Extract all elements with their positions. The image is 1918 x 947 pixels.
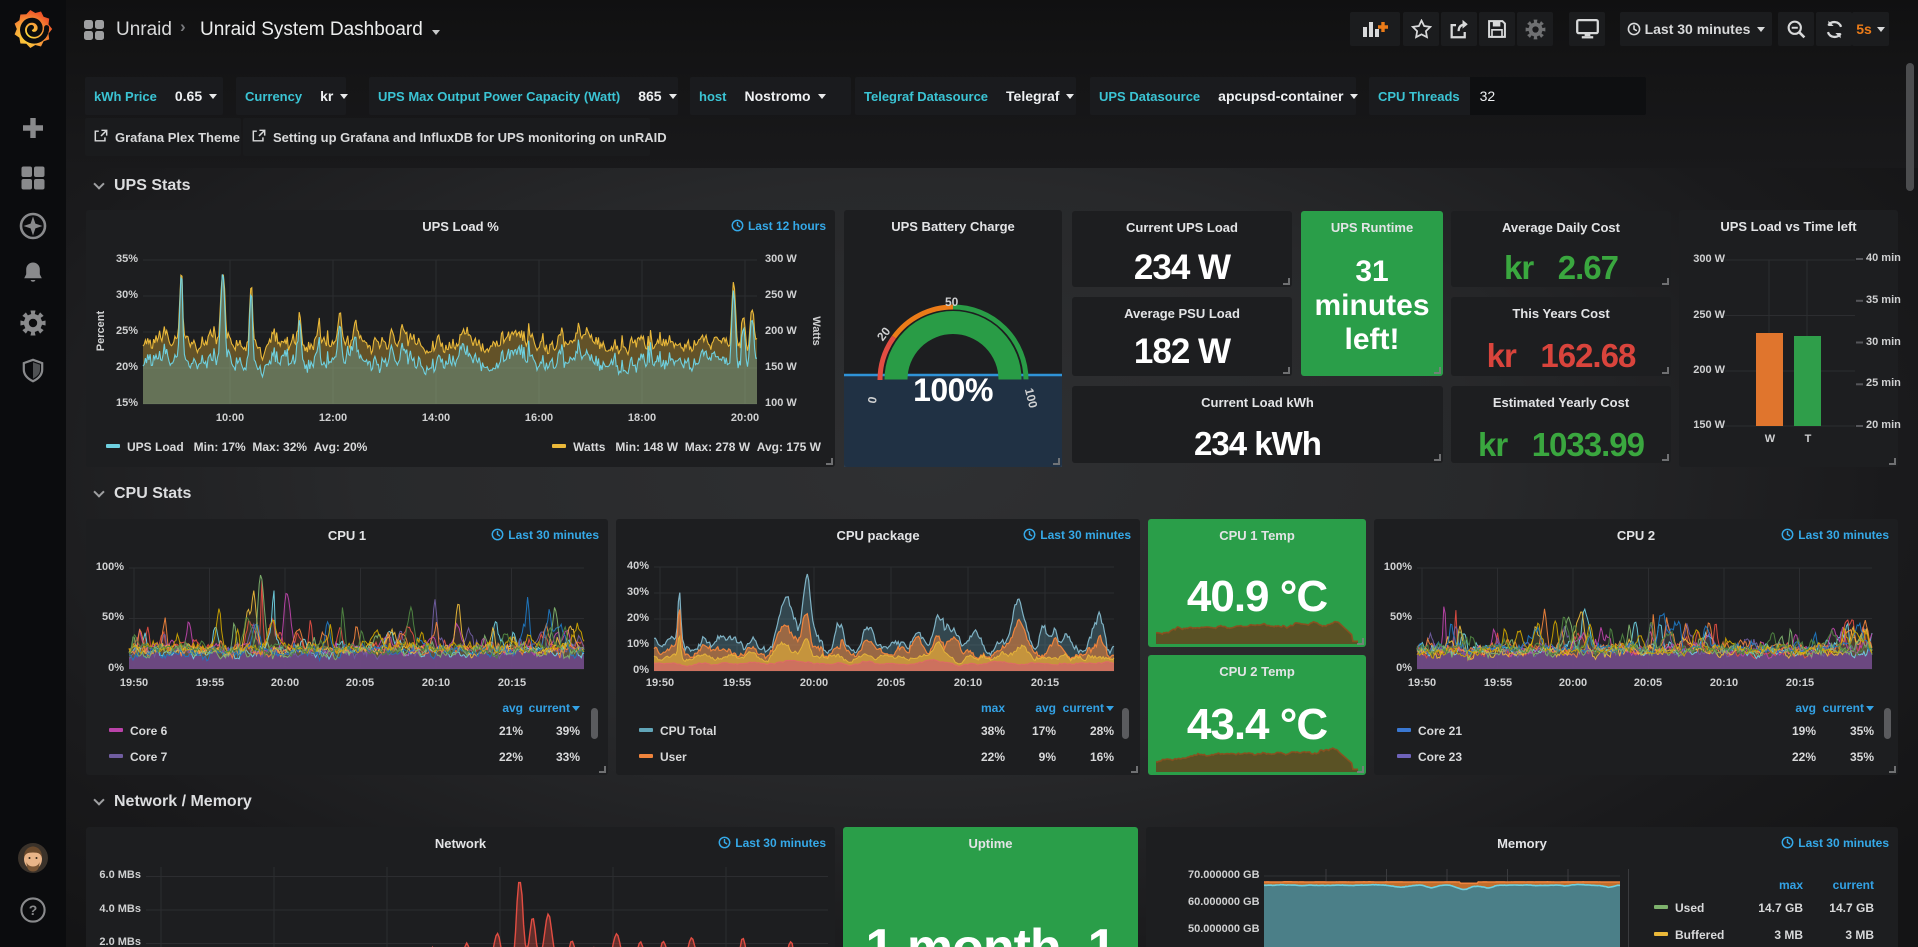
svg-text:?: ? xyxy=(29,902,38,918)
